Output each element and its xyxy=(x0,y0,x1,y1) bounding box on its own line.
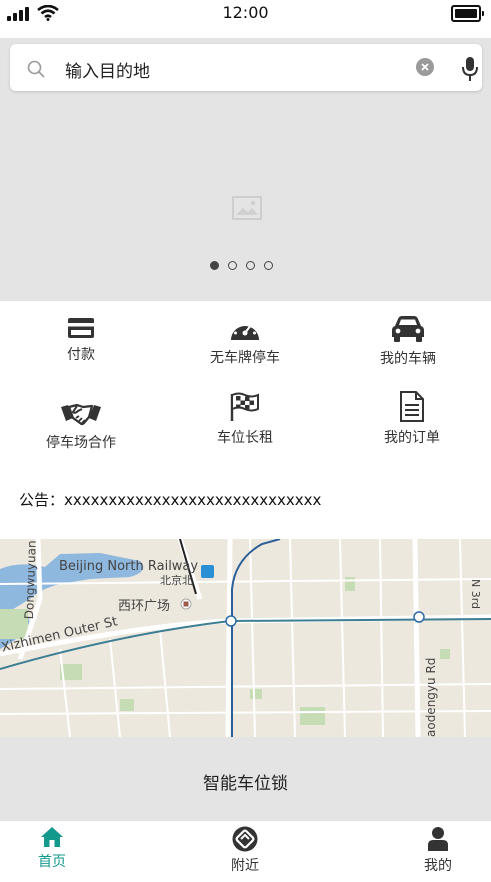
smart-lock-label: 智能车位锁 xyxy=(203,774,288,794)
map-label: 北京北 xyxy=(160,574,193,587)
home-icon xyxy=(41,827,63,847)
speedometer-icon xyxy=(231,321,259,340)
tab-nearby[interactable]: 附近 xyxy=(205,826,285,875)
smart-parking-lock-section[interactable]: 智能车位锁 xyxy=(0,737,491,821)
credit-card-icon xyxy=(68,318,94,338)
carousel-dot[interactable] xyxy=(210,261,219,270)
menu-my-vehicles[interactable]: 我的车辆 xyxy=(348,315,468,368)
tab-bar: 首页 附近 我的 xyxy=(0,821,491,882)
menu-parking-cooperation[interactable]: 停车场合作 xyxy=(21,401,141,452)
nearby-icon xyxy=(232,826,258,852)
menu-long-term-rental[interactable]: 车位长租 xyxy=(185,392,305,447)
tab-label: 首页 xyxy=(38,854,66,870)
carousel-indicator xyxy=(210,261,273,270)
announcement-text[interactable]: 公告：xxxxxxxxxxxxxxxxxxxxxxxxxxxxx xyxy=(19,489,321,510)
menu-label: 无车牌停车 xyxy=(210,350,280,366)
search-bar[interactable]: 输入目的地 xyxy=(10,44,482,91)
battery-icon xyxy=(451,5,484,22)
document-icon xyxy=(400,391,424,422)
microphone-icon[interactable] xyxy=(460,56,480,82)
car-icon xyxy=(392,316,424,342)
map-view[interactable]: Beijing North Railway 北京北 西环广场 Xizhimen … xyxy=(0,539,491,737)
menu-label: 我的车辆 xyxy=(380,351,436,367)
carousel-dot[interactable] xyxy=(264,261,273,270)
search-icon xyxy=(27,60,45,78)
clear-icon[interactable] xyxy=(416,58,434,76)
carousel-dot[interactable] xyxy=(246,261,255,270)
handshake-icon xyxy=(61,403,101,426)
map-label: N 3rd xyxy=(469,579,482,610)
status-bar: 12:00 xyxy=(0,0,491,26)
tab-label: 我的 xyxy=(424,858,452,874)
menu-no-plate-parking[interactable]: 无车牌停车 xyxy=(185,316,305,367)
carousel-dot[interactable] xyxy=(228,261,237,270)
flag-icon xyxy=(230,392,259,421)
image-placeholder-icon xyxy=(232,196,262,220)
map-label: 西环广场 xyxy=(118,599,171,614)
menu-label: 付款 xyxy=(67,347,95,363)
tab-mine[interactable]: 我的 xyxy=(398,826,478,875)
menu-payment[interactable]: 付款 xyxy=(21,317,141,364)
tab-label: 附近 xyxy=(231,858,259,874)
user-icon xyxy=(428,827,448,851)
menu-label: 我的订单 xyxy=(384,430,440,446)
map-label: aodengyu Rd xyxy=(424,657,438,737)
tab-home[interactable]: 首页 xyxy=(12,826,92,871)
menu-label: 车位长租 xyxy=(217,430,273,446)
search-input[interactable]: 输入目的地 xyxy=(65,57,150,82)
menu-label: 停车场合作 xyxy=(46,435,116,451)
status-time: 12:00 xyxy=(222,3,269,22)
menu-my-orders[interactable]: 我的订单 xyxy=(352,391,472,447)
